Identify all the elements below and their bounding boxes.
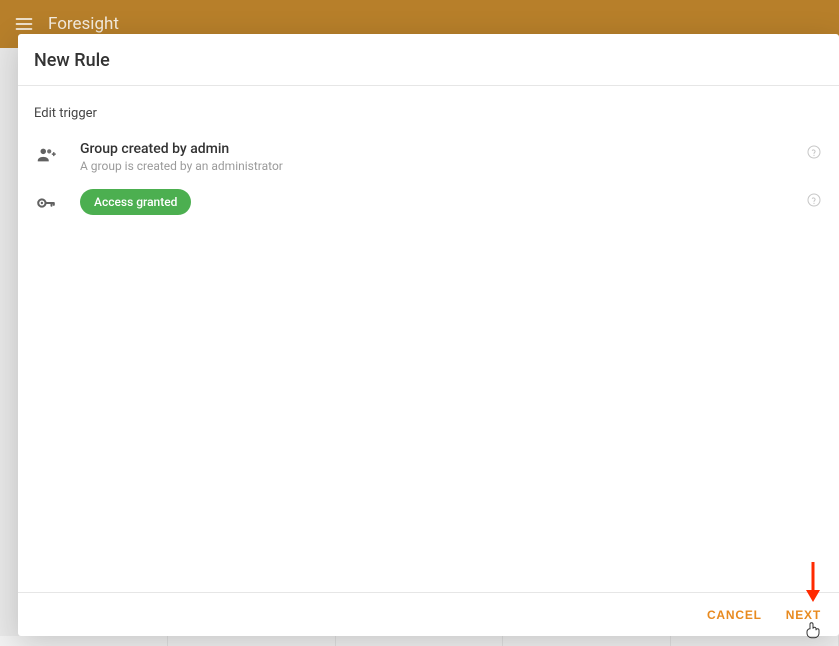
- access-granted-chip[interactable]: Access granted: [80, 189, 191, 215]
- trigger-row-content: Group created by admin A group is create…: [80, 141, 783, 173]
- key-icon: [34, 191, 58, 215]
- edit-trigger-label: Edit trigger: [34, 106, 823, 121]
- cancel-button[interactable]: CANCEL: [697, 600, 772, 630]
- background-strip: [0, 636, 839, 646]
- trigger-row-access-granted[interactable]: Access granted: [34, 183, 823, 225]
- trigger-row-content: Access granted: [80, 189, 783, 215]
- dialog-header: New Rule: [18, 34, 839, 86]
- dialog-footer: CANCEL NEXT: [18, 592, 839, 636]
- app-title: Foresight: [48, 14, 119, 34]
- dialog-title: New Rule: [34, 50, 823, 71]
- help-icon[interactable]: [805, 143, 823, 161]
- help-icon[interactable]: [805, 191, 823, 209]
- group-add-icon: [34, 143, 58, 167]
- dialog-body: Edit trigger Group created by admin A gr…: [18, 86, 839, 592]
- trigger-subtitle: A group is created by an administrator: [80, 159, 783, 173]
- trigger-title: Group created by admin: [80, 141, 783, 157]
- menu-icon[interactable]: [12, 12, 36, 36]
- trigger-row-group-created[interactable]: Group created by admin A group is create…: [34, 135, 823, 183]
- new-rule-dialog: New Rule Edit trigger Group created by a…: [18, 34, 839, 636]
- next-button[interactable]: NEXT: [776, 600, 831, 630]
